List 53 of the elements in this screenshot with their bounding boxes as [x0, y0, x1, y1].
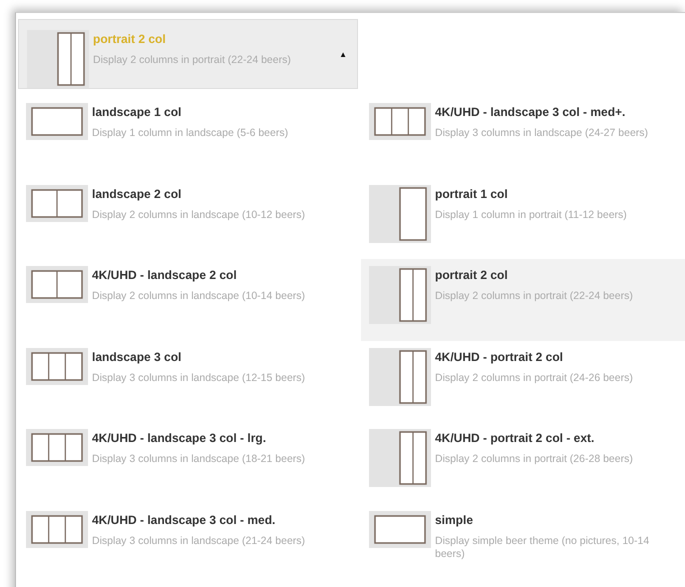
layout-icon — [26, 510, 88, 548]
layout-icon — [369, 510, 431, 548]
theme-option[interactable]: 4K/UHD - portrait 2 col Display 2 columns in portrait (24-26 beers) — [361, 340, 685, 422]
layout-icon — [26, 103, 88, 140]
option-title: portrait 2 col — [435, 268, 509, 282]
layout-icon — [369, 266, 431, 324]
option-description: Display 1 column in portrait (11-12 beers) — [435, 208, 627, 222]
layout-icon — [369, 429, 431, 487]
layout-icon — [369, 103, 431, 140]
option-description: Display 2 columns in landscape (10-14 beers) — [92, 290, 306, 303]
option-description: Display 3 columns in landscape (24-27 beers) — [435, 127, 648, 140]
option-title: landscape 1 col — [92, 105, 182, 119]
option-title: 4K/UHD - portrait 2 col — [435, 350, 564, 364]
option-description: Display 2 columns in portrait (24-26 beers) — [435, 372, 633, 384]
theme-option[interactable]: 4K/UHD - portrait 2 col - ext. Display 2 columns in portrait (26-28 beers) — [361, 422, 685, 504]
option-title: 4K/UHD - landscape 3 col - med+. — [435, 105, 626, 119]
collapse-arrow[interactable]: ▲ — [339, 50, 347, 59]
theme-option[interactable]: 4K/UHD - landscape 3 col - med+. Display 3 columns in landscape (24-27 beers) — [361, 96, 685, 178]
option-description: Display 2 columns in portrait (22-24 beers) — [435, 290, 633, 303]
theme-option[interactable]: 4K/UHD - landscape 3 col - med. Display 3 columns in landscape (21-24 beers) — [18, 504, 361, 585]
theme-option[interactable]: 4K/UHD - landscape 3 col - lrg. Display 3 columns in landscape (18-21 beers) — [18, 422, 361, 504]
option-title: portrait 1 col — [435, 186, 509, 200]
theme-option[interactable]: portrait 2 col Display 2 columns in portrait (22-24 beers) — [361, 259, 685, 340]
theme-option[interactable]: landscape 1 col Display 1 column in landscape (5-6 beers) — [18, 96, 361, 178]
option-title: 4K/UHD - landscape 3 col - lrg. — [92, 431, 268, 445]
option-title: landscape 3 col — [92, 350, 182, 364]
layout-icon — [369, 184, 431, 242]
theme-option[interactable]: landscape 3 col Display 3 columns in landscape (12-15 beers) — [18, 340, 361, 422]
theme-option[interactable]: 4K/UHD - landscape 2 col Display 2 columns in landscape (10-14 beers) — [18, 259, 361, 340]
layout-icon — [27, 30, 89, 88]
theme-option[interactable]: landscape 2 col Display 2 columns in landscape (10-12 beers) — [18, 178, 361, 259]
layout-icon — [26, 348, 88, 384]
option-title: simple — [435, 512, 474, 526]
option-title: landscape 2 col — [92, 186, 182, 200]
option-description: Display 2 columns in landscape (10-12 beers) — [92, 208, 306, 222]
layout-icon — [26, 266, 88, 303]
layout-icon — [369, 348, 431, 406]
selected-theme-description: Display 2 columns in portrait (22-24 beers) — [93, 54, 291, 67]
layout-icon — [26, 184, 88, 222]
theme-option[interactable]: portrait 1 col Display 1 column in portrait (11-12 beers) — [361, 178, 685, 259]
theme-option[interactable]: simple Display simple beer theme (no pictures, 10-14 beers) — [361, 504, 685, 585]
option-description: Display 3 columns in landscape (18-21 beers) — [92, 453, 306, 466]
selected-theme-title: portrait 2 col — [93, 32, 167, 46]
option-description: Display 3 columns in landscape (12-15 beers) — [92, 372, 306, 384]
option-description: Display 3 columns in landscape (21-24 beers) — [92, 534, 306, 548]
option-title: 4K/UHD - landscape 2 col — [92, 268, 238, 282]
layout-icon — [26, 429, 88, 466]
option-description: Display 1 column in landscape (5-6 beers) — [92, 127, 288, 140]
theme-dropdown[interactable]: portrait 2 col Display 2 columns in portrait (22-24 beers) ▲ — [18, 19, 358, 89]
option-description: Display simple beer theme (no pictures, 10-14 beers) — [435, 534, 650, 560]
option-description: Display 2 columns in portrait (26-28 beers) — [435, 453, 633, 466]
option-title: 4K/UHD - landscape 3 col - med. — [92, 512, 276, 526]
option-title: 4K/UHD - portrait 2 col - ext. — [435, 431, 596, 445]
